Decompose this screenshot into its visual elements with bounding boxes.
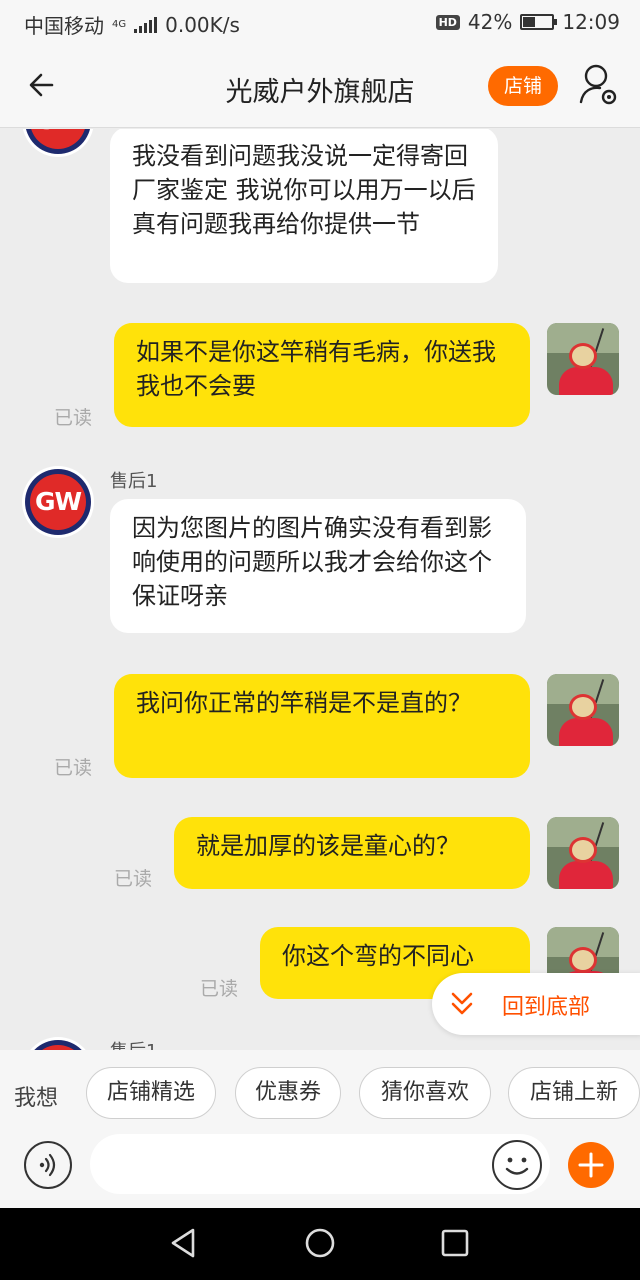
back-to-bottom-button[interactable]: 回到底部 — [432, 973, 640, 1035]
sender-name: 售后1 — [110, 1037, 157, 1050]
message-bubble-outgoing[interactable]: 就是加厚的该是童心的？ — [174, 817, 530, 889]
sender-name: 售后1 — [110, 471, 158, 492]
network-speed: 0.00K/s — [165, 12, 240, 37]
hd-badge: HD — [435, 14, 460, 30]
read-status: 已读 — [54, 757, 93, 779]
double-chevron-down-icon — [450, 989, 474, 1019]
quick-actions-label: 我想 — [14, 1086, 59, 1111]
shop-logo: GW — [30, 129, 86, 149]
message-input[interactable] — [90, 1134, 550, 1194]
shop-avatar[interactable]: GW — [22, 129, 94, 157]
chip-shop-picks[interactable]: 店铺精选 — [86, 1067, 216, 1119]
user-avatar[interactable] — [547, 817, 619, 889]
user-avatar[interactable] — [547, 674, 619, 746]
quick-actions-bar: 我想 店铺精选 优惠券 猜你喜欢 店铺上新 — [0, 1050, 640, 1134]
nav-back-icon[interactable] — [168, 1226, 198, 1260]
user-avatar[interactable] — [547, 323, 619, 395]
read-status: 已读 — [200, 978, 239, 1000]
battery-icon — [520, 14, 558, 30]
shop-button[interactable]: 店铺 — [488, 66, 558, 106]
chip-coupons[interactable]: 优惠券 — [235, 1067, 341, 1119]
nav-home-icon[interactable] — [303, 1226, 337, 1260]
nav-recents-icon[interactable] — [440, 1226, 470, 1260]
shop-logo: GW — [30, 474, 86, 530]
chat-area[interactable]: GW 我没看到问题我没说一定得寄回厂家鉴定 我说你可以用万一以后真有问题我再给你… — [0, 129, 640, 1050]
back-to-bottom-label: 回到底部 — [502, 995, 591, 1020]
system-nav-bar — [0, 1208, 640, 1280]
battery-percent: 42% — [467, 10, 513, 34]
status-bar: 中国移动 4G 0.00K/s HD 42% 12:09 — [0, 0, 640, 44]
message-bubble-outgoing[interactable]: 如果不是你这竿稍有毛病，你送我我也不会要 — [114, 323, 530, 427]
chip-guess-you-like[interactable]: 猜你喜欢 — [359, 1067, 491, 1119]
chip-new-arrivals[interactable]: 店铺上新 — [508, 1067, 640, 1119]
chat-header: 光威户外旗舰店 店铺 — [0, 44, 640, 128]
status-left: 中国移动 4G 0.00K/s — [24, 10, 240, 39]
message-bubble-outgoing[interactable]: 我问你正常的竿稍是不是直的？ — [114, 674, 530, 778]
status-right: HD 42% 12:09 — [435, 10, 620, 34]
read-status: 已读 — [114, 868, 153, 890]
plus-icon[interactable] — [568, 1142, 614, 1188]
voice-icon[interactable] — [24, 1141, 72, 1189]
emoji-icon[interactable] — [492, 1140, 542, 1190]
signal-icon — [134, 16, 158, 33]
message-bubble-incoming[interactable]: 因为您图片的图片确实没有看到影响使用的问题所以我才会给你这个保证呀亲 — [110, 499, 526, 633]
shop-avatar[interactable]: GW — [22, 466, 94, 538]
input-bar — [0, 1134, 640, 1208]
network-type: 4G — [112, 18, 127, 30]
carrier-name: 中国移动 — [24, 14, 104, 38]
message-bubble-incoming[interactable]: 我没看到问题我没说一定得寄回厂家鉴定 我说你可以用万一以后真有问题我再给你提供一… — [110, 129, 498, 283]
read-status: 已读 — [54, 407, 93, 429]
user-settings-icon[interactable] — [578, 62, 622, 108]
clock: 12:09 — [562, 10, 620, 34]
shop-avatar[interactable]: GW — [22, 1037, 94, 1050]
